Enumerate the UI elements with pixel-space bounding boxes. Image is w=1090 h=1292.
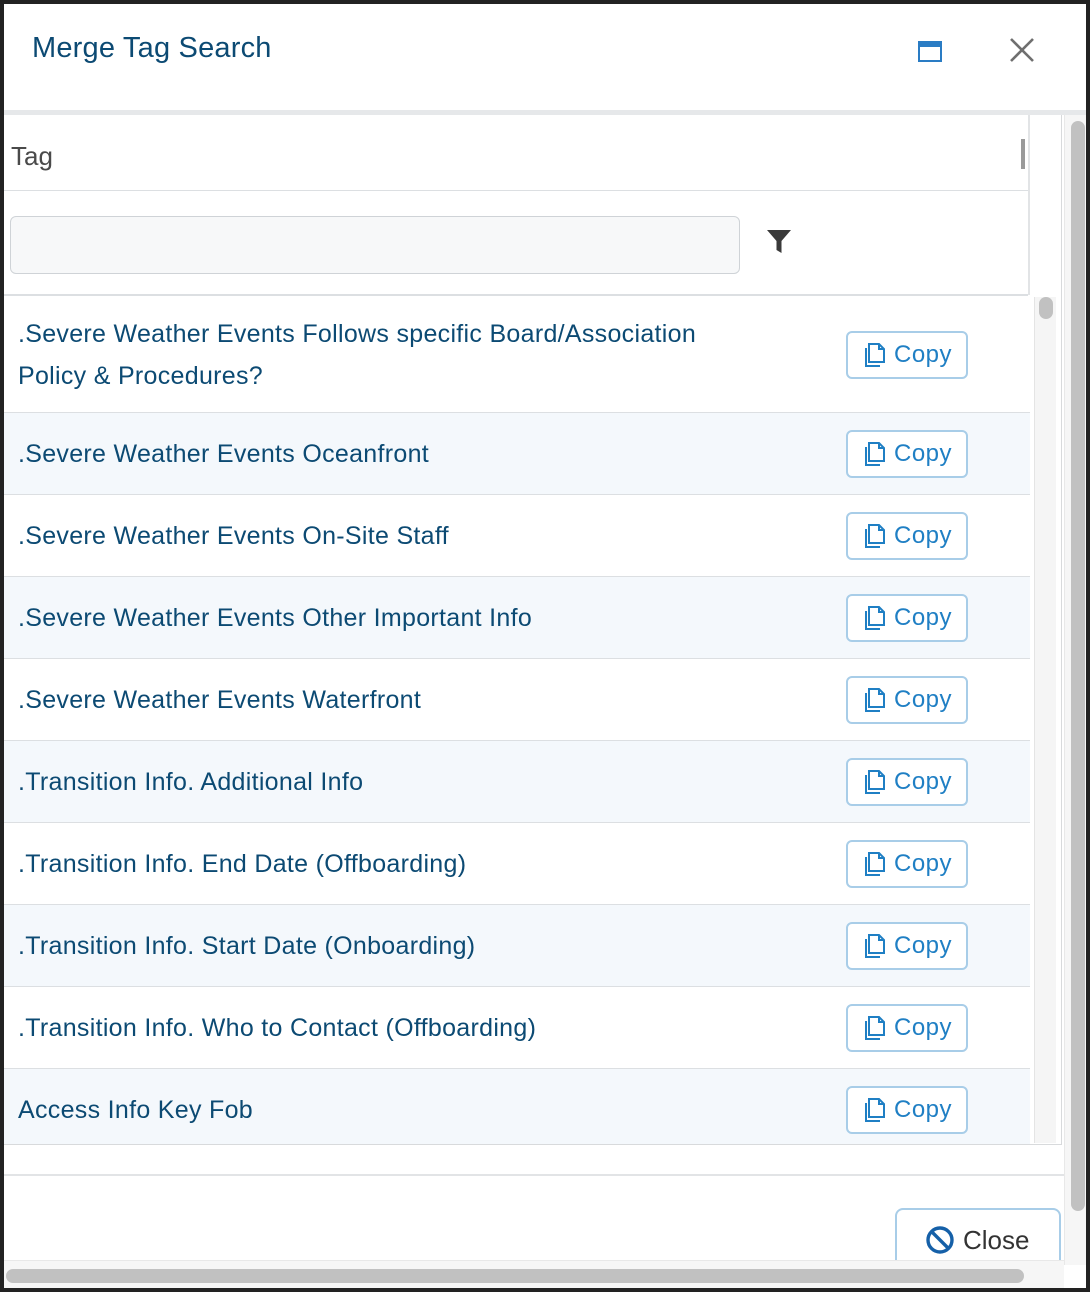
merge-tag-search-dialog: Merge Tag Search Tag .Severe Weather Eve… — [0, 0, 1090, 1292]
copy-icon — [865, 851, 885, 876]
tag-label: .Severe Weather Events On-Site Staff — [18, 521, 449, 550]
tag-label: Access Info Key Fob — [18, 1095, 253, 1124]
column-header-label: Tag — [11, 141, 53, 171]
copy-button[interactable]: Copy — [846, 1003, 968, 1052]
copy-button-label: Copy — [894, 1013, 953, 1041]
copy-button-label: Copy — [894, 521, 953, 549]
column-resize-handle[interactable] — [1021, 139, 1025, 169]
dialog-header: Merge Tag Search — [4, 4, 1086, 112]
copy-icon — [865, 523, 885, 548]
tag-row: .Transition Info. Who to Contact (Offboa… — [4, 987, 1030, 1069]
header-divider-vertical — [1028, 115, 1030, 295]
tag-label: .Severe Weather Events Oceanfront — [18, 439, 430, 468]
tag-filter-input[interactable] — [10, 216, 740, 274]
copy-button[interactable]: Copy — [846, 511, 968, 560]
copy-button[interactable]: Copy — [846, 429, 968, 478]
copy-button[interactable]: Copy — [846, 330, 968, 379]
tag-row: .Severe Weather Events Waterfront Copy — [4, 659, 1030, 741]
tag-row: .Severe Weather Events Follows specific … — [4, 297, 1030, 413]
copy-button[interactable]: Copy — [846, 921, 968, 970]
close-icon — [1010, 38, 1034, 62]
tag-row: .Severe Weather Events Oceanfront Copy — [4, 413, 1030, 495]
copy-button-label: Copy — [894, 439, 953, 467]
grid-scrollbar[interactable] — [1034, 297, 1056, 1143]
copy-button-label: Copy — [894, 849, 953, 877]
tag-row: .Severe Weather Events Other Important I… — [4, 577, 1030, 659]
copy-button[interactable]: Copy — [846, 757, 968, 806]
copy-icon — [865, 605, 885, 630]
column-header-tag[interactable]: Tag — [4, 115, 1028, 191]
dialog-title: Merge Tag Search — [32, 32, 272, 64]
horizontal-scrollbar[interactable] — [4, 1260, 1064, 1288]
copy-button-label: Copy — [894, 340, 953, 368]
horizontal-scrollbar-thumb[interactable] — [6, 1269, 1024, 1283]
copy-icon — [865, 933, 885, 958]
grid-scrollbar-thumb[interactable] — [1039, 297, 1053, 319]
tag-label: .Transition Info. Additional Info — [18, 767, 364, 796]
tag-label: .Transition Info. Who to Contact (Offboa… — [18, 1013, 537, 1042]
copy-button-label: Copy — [894, 767, 953, 795]
close-button-label: Close — [963, 1224, 1030, 1255]
copy-icon — [865, 687, 885, 712]
tag-row: Access Info Key Fob Copy — [4, 1069, 1030, 1144]
filter-row — [4, 192, 1028, 296]
tag-label: .Severe Weather Events Waterfront — [18, 685, 422, 714]
tag-label: .Transition Info. End Date (Offboarding) — [18, 849, 467, 878]
copy-button[interactable]: Copy — [846, 593, 968, 642]
copy-icon — [865, 441, 885, 466]
close-dialog-button[interactable] — [1002, 30, 1042, 70]
vertical-scrollbar[interactable] — [1064, 115, 1086, 1265]
tag-row: .Transition Info. Start Date (Onboarding… — [4, 905, 1030, 987]
grid-rows: .Severe Weather Events Follows specific … — [4, 297, 1030, 1144]
copy-icon — [865, 769, 885, 794]
copy-button[interactable]: Copy — [846, 1085, 968, 1134]
vertical-scrollbar-thumb[interactable] — [1071, 121, 1085, 1211]
copy-button[interactable]: Copy — [846, 839, 968, 888]
copy-icon — [865, 1015, 885, 1040]
copy-button-label: Copy — [894, 685, 953, 713]
filter-icon — [767, 230, 791, 253]
copy-button-label: Copy — [894, 931, 953, 959]
tag-row: .Transition Info. Additional Info Copy — [4, 741, 1030, 823]
copy-button[interactable]: Copy — [846, 675, 968, 724]
tag-label: .Severe Weather Events Follows specific … — [18, 319, 697, 390]
copy-button-label: Copy — [894, 1095, 953, 1123]
filter-button[interactable] — [764, 226, 794, 256]
maximize-button[interactable] — [910, 32, 950, 72]
footer-divider — [4, 1174, 1064, 1176]
maximize-icon — [918, 41, 942, 62]
tag-label: .Severe Weather Events Other Important I… — [18, 603, 533, 632]
tag-row: .Severe Weather Events On-Site Staff Copy — [4, 495, 1030, 577]
tag-label: .Transition Info. Start Date (Onboarding… — [18, 931, 476, 960]
cancel-icon — [926, 1226, 954, 1254]
copy-icon — [865, 1097, 885, 1122]
copy-icon — [865, 342, 885, 367]
copy-button-label: Copy — [894, 603, 953, 631]
merge-tag-grid: Tag .Severe Weather Events Follows speci… — [4, 115, 1062, 1145]
tag-row: .Transition Info. End Date (Offboarding)… — [4, 823, 1030, 905]
